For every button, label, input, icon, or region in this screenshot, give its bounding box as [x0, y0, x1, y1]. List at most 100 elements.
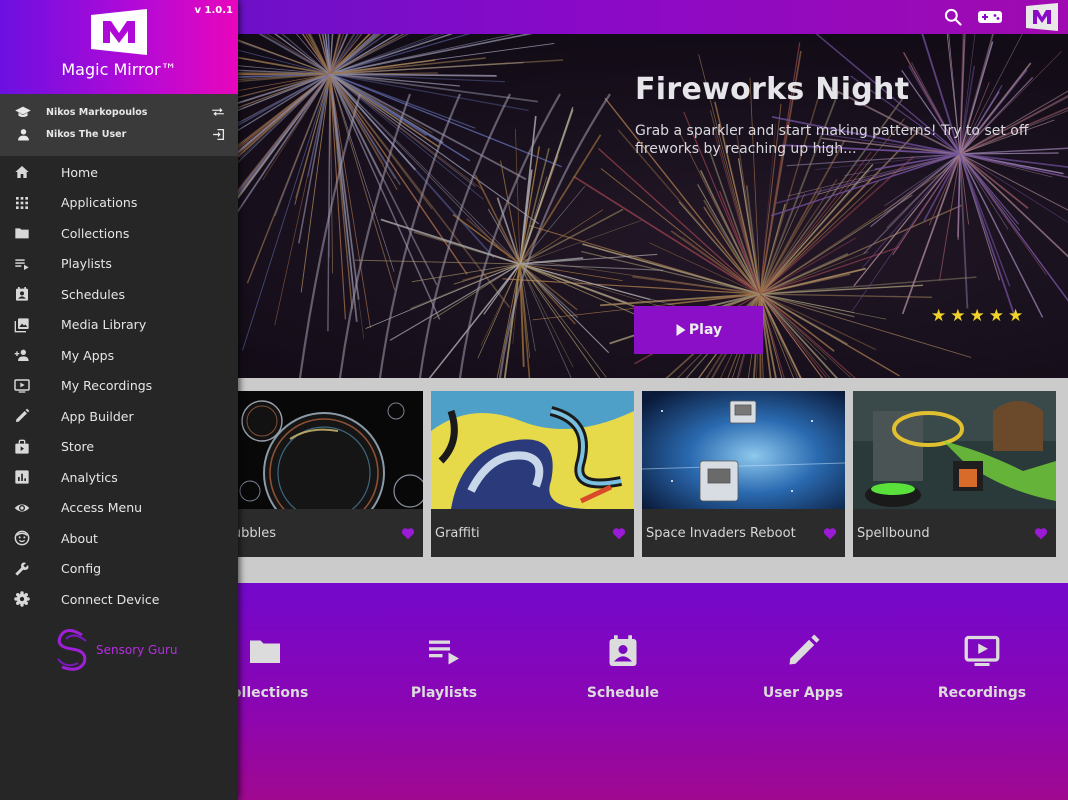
nav-item-about[interactable]: About [0, 523, 238, 554]
quick-link-label: Playlists [410, 685, 478, 701]
nav-item-access-menu[interactable]: Access Menu [0, 493, 238, 524]
face-icon [0, 530, 44, 546]
playlist-icon [429, 640, 459, 665]
hero-description: Grab a sparkler and start making pattern… [635, 123, 1029, 157]
nav-item-label: Home [61, 164, 98, 180]
user-block: Nikos Markopoulos Nikos The User [0, 94, 238, 156]
nav-item-my-recordings[interactable]: My Recordings [0, 371, 238, 402]
nav-item-playlists[interactable]: Playlists [0, 249, 238, 280]
card-thumbnail [853, 391, 1056, 509]
app-card-graffiti[interactable]: Graffiti [431, 391, 634, 557]
card-title: Graffiti [435, 525, 480, 541]
star-icon: ★ [1008, 306, 1024, 326]
play-icon [676, 324, 686, 336]
nav-item-label: Media Library [61, 317, 147, 333]
graduation-cap-icon [0, 106, 46, 119]
recording-tv-icon [0, 378, 44, 394]
nav-item-collections[interactable]: Collections [0, 218, 238, 249]
nav-item-label: About [61, 530, 98, 546]
star-icon: ★ [950, 306, 966, 326]
person-icon [0, 128, 46, 141]
star-icon: ★ [988, 306, 1004, 326]
nav-item-label: My Apps [61, 347, 115, 363]
app-card-space-invaders-reboot[interactable]: Space Invaders Reboot [642, 391, 845, 557]
heart-icon[interactable] [400, 525, 416, 541]
quick-link-user-apps[interactable]: User Apps [733, 633, 873, 713]
schedule-icon [0, 286, 44, 302]
user-name: Nikos The User [46, 128, 127, 140]
nav-item-home[interactable]: Home [0, 157, 238, 188]
nav-item-config[interactable]: Config [0, 554, 238, 585]
nav-item-label: Analytics [61, 469, 118, 485]
store-bag-icon [0, 439, 44, 455]
nav-item-label: Connect Device [61, 591, 160, 607]
nav-item-applications[interactable]: Applications [0, 188, 238, 219]
card-title: Spellbound [857, 525, 930, 541]
person-add-icon [0, 347, 44, 363]
gamepad-icon[interactable] [976, 5, 1004, 29]
nav-item-store[interactable]: Store [0, 432, 238, 463]
card-title: Bubbles [224, 525, 277, 541]
nav-item-label: App Builder [61, 408, 134, 424]
nav-item-app-builder[interactable]: App Builder [0, 401, 238, 432]
version-label: v 1.0.1 [194, 5, 233, 16]
eye-icon [0, 500, 44, 516]
sensory-guru-logo: Sensory Guru [52, 627, 178, 673]
nav-item-label: Collections [61, 225, 130, 241]
folder-icon [250, 640, 280, 663]
photo-library-icon [0, 317, 44, 333]
nav-item-media-library[interactable]: Media Library [0, 310, 238, 341]
nav-item-analytics[interactable]: Analytics [0, 462, 238, 493]
nav-item-label: Schedules [61, 286, 125, 302]
schedule-icon [609, 635, 637, 666]
heart-icon[interactable] [1033, 525, 1049, 541]
nav-item-label: Config [61, 561, 102, 577]
navigation-drawer: v 1.0.1 Magic Mirror™ Nikos Markopoulos … [0, 0, 238, 800]
quick-link-label: Schedule [586, 685, 660, 701]
nav-item-connect-device[interactable]: Connect Device [0, 584, 238, 615]
analytics-icon [0, 469, 44, 485]
heart-icon[interactable] [611, 525, 627, 541]
quick-link-label: User Apps [762, 685, 844, 701]
search-icon[interactable] [942, 5, 964, 29]
card-thumbnail [431, 391, 634, 509]
brand-name: Sensory Guru [96, 643, 178, 657]
nav-item-schedules[interactable]: Schedules [0, 279, 238, 310]
nav-item-my-apps[interactable]: My Apps [0, 340, 238, 371]
folder-icon [0, 225, 44, 241]
user-row-teacher: Nikos Markopoulos [0, 101, 238, 123]
gear-icon [0, 591, 44, 607]
play-label: Play [688, 322, 723, 338]
magic-mirror-logo-icon [91, 9, 147, 55]
card-thumbnail [220, 391, 423, 509]
user-row-student: Nikos The User [0, 123, 238, 145]
recording-tv-icon [964, 635, 1000, 666]
nav-item-label: Playlists [61, 256, 112, 272]
hero-title: Fireworks Night [635, 72, 910, 107]
play-button[interactable]: Play [634, 306, 763, 354]
home-icon [0, 164, 44, 180]
app-logo-icon[interactable] [1024, 3, 1060, 31]
sensory-guru-logo-icon [57, 629, 87, 671]
app-name: Magic Mirror™ [61, 60, 177, 79]
pencil-icon [789, 634, 820, 665]
quick-link-label: Recordings [937, 685, 1027, 701]
apps-grid-icon [0, 195, 44, 211]
star-rating: ★ ★ ★ ★ ★ [931, 306, 1023, 326]
logout-icon[interactable] [198, 128, 238, 141]
wrench-icon [0, 561, 44, 577]
user-name: Nikos Markopoulos [46, 106, 148, 118]
heart-icon[interactable] [822, 525, 838, 541]
app-card-spellbound[interactable]: Spellbound [853, 391, 1056, 557]
quick-link-recordings[interactable]: Recordings [912, 633, 1052, 713]
nav-item-label: Applications [61, 195, 138, 211]
quick-link-playlists[interactable]: Playlists [374, 633, 514, 713]
card-title: Space Invaders Reboot [646, 525, 796, 541]
card-thumbnail [642, 391, 845, 509]
drawer-header: v 1.0.1 Magic Mirror™ [0, 0, 238, 94]
app-card-bubbles[interactable]: Bubbles [220, 391, 423, 557]
nav-item-label: My Recordings [61, 378, 153, 394]
drawer-nav: Home Applications Collections Playlists Sche… [0, 157, 238, 615]
quick-link-schedule[interactable]: Schedule [553, 633, 693, 713]
swap-icon[interactable] [198, 107, 238, 117]
